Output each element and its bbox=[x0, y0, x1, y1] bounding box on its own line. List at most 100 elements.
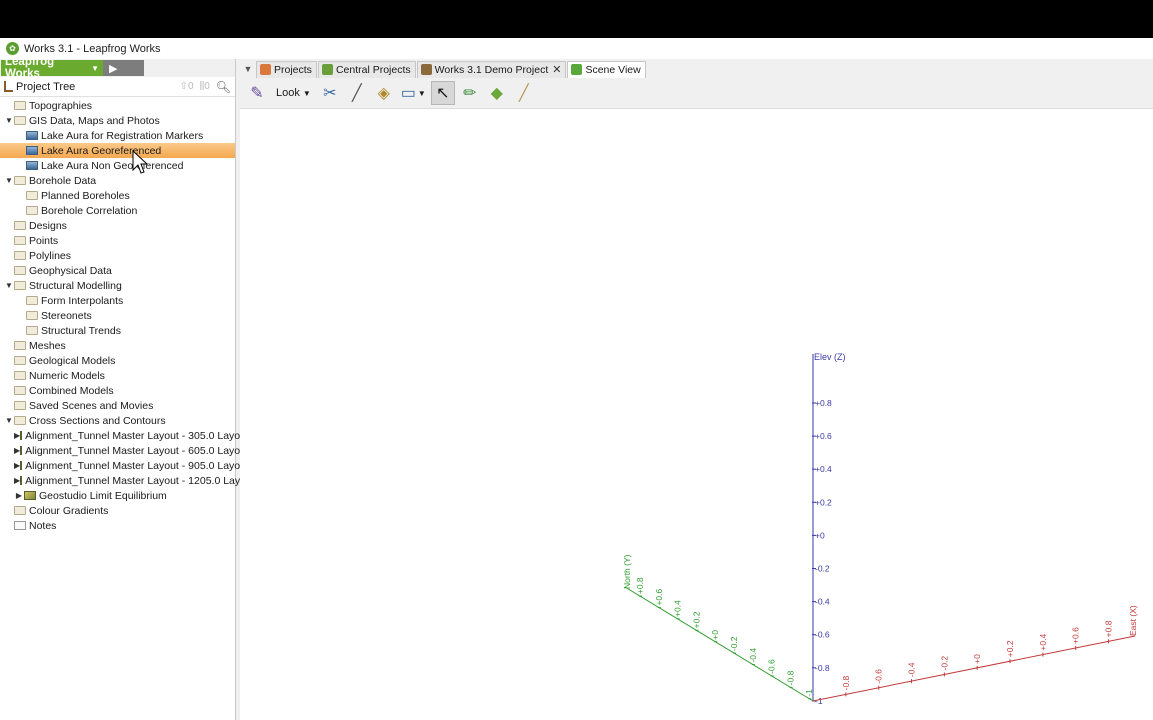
tree-item[interactable]: Geophysical Data bbox=[0, 263, 235, 278]
draw-line-button[interactable]: ╱ bbox=[345, 81, 369, 105]
tree-item[interactable]: Stereonets bbox=[0, 308, 235, 323]
tree-item[interactable]: Lake Aura Non Georeferenced bbox=[0, 158, 235, 173]
tab-central-projects[interactable]: Central Projects bbox=[317, 60, 416, 78]
tree-item[interactable]: Lake Aura for Registration Markers bbox=[0, 128, 235, 143]
x-axis-tick-label: +0.2 bbox=[1005, 640, 1015, 657]
expand-down-icon[interactable]: ▼ bbox=[4, 281, 14, 290]
tree-item-label: Combined Models bbox=[29, 384, 114, 397]
app-window: ✿ Works 3.1 - Leapfrog Works Leapfrog Wo… bbox=[0, 38, 1153, 720]
tree-item[interactable]: Topographies bbox=[0, 98, 235, 113]
y-axis-tick-label: -1 bbox=[804, 689, 814, 697]
y-axis-tick-label: +0.6 bbox=[654, 588, 664, 605]
tree-item[interactable]: Geological Models bbox=[0, 353, 235, 368]
view-mode-button[interactable]: ▭ ▼ bbox=[399, 81, 428, 105]
app-menu-label: Leapfrog Works bbox=[5, 56, 55, 80]
slicer-button[interactable]: ✂ bbox=[318, 81, 342, 105]
app-menu-button[interactable]: Leapfrog Works ▼ bbox=[1, 56, 103, 80]
tab-label: Central Projects bbox=[335, 63, 411, 76]
draw-button[interactable]: ✏ bbox=[458, 81, 482, 105]
folder-icon bbox=[14, 401, 26, 410]
tree-item[interactable]: Notes bbox=[0, 518, 235, 533]
folder-icon bbox=[26, 206, 38, 215]
tree-item[interactable]: ▼ Borehole Data bbox=[0, 173, 235, 188]
tree-item-label: Planned Boreholes bbox=[41, 189, 130, 202]
play-icon: ▶ bbox=[109, 62, 118, 75]
tree-item-label: Alignment_Tunnel Master Layout - 305.0 L… bbox=[25, 429, 249, 442]
tree-item-label: Borehole Data bbox=[29, 174, 97, 187]
paint-icon: ◆ bbox=[490, 85, 503, 102]
paint-button[interactable]: ◆ bbox=[485, 81, 509, 105]
tree-item-label: Notes bbox=[29, 519, 57, 532]
tab-list-dropdown-icon[interactable]: ▼ bbox=[240, 64, 256, 74]
tree-item[interactable]: Form Interpolants bbox=[0, 293, 235, 308]
close-tab-icon[interactable]: ✕ bbox=[552, 63, 561, 76]
z-axis-tick-label: +0.8 bbox=[815, 398, 832, 408]
tab-label: Scene View bbox=[585, 63, 641, 76]
y-axis-tick-label: -0.4 bbox=[748, 648, 758, 663]
tree-item[interactable]: Saved Scenes and Movies bbox=[0, 398, 235, 413]
tree-item[interactable]: ▶ Alignment_Tunnel Master Layout - 1205.0… bbox=[0, 473, 255, 488]
tree-item[interactable]: Colour Gradients bbox=[0, 503, 235, 518]
tree-item[interactable]: ▼ Cross Sections and Contours bbox=[0, 413, 235, 428]
leapfrog-logo-icon: ✿ bbox=[6, 42, 19, 55]
tab-works-3-1-demo-project[interactable]: Works 3.1 Demo Project ✕ bbox=[416, 60, 567, 78]
tree-item[interactable]: Numeric Models bbox=[0, 368, 235, 383]
tree-item[interactable]: Planned Boreholes bbox=[0, 188, 235, 203]
tree-item[interactable]: ▶ Alignment_Tunnel Master Layout - 905.0 … bbox=[0, 458, 249, 473]
folder-icon bbox=[14, 266, 26, 275]
tree-item-label: Geological Models bbox=[29, 354, 116, 367]
move-up-icon[interactable]: ⇧0 bbox=[180, 81, 194, 92]
expand-down-icon[interactable]: ▼ bbox=[4, 416, 14, 425]
tree-item-label: Form Interpolants bbox=[41, 294, 124, 307]
tree-item[interactable]: ▼ Structural Modelling bbox=[0, 278, 235, 293]
expand-down-icon[interactable]: ▼ bbox=[4, 116, 14, 125]
tree-item[interactable]: Designs bbox=[0, 218, 235, 233]
tree-item[interactable]: Combined Models bbox=[0, 383, 235, 398]
tree-item[interactable]: Borehole Correlation bbox=[0, 203, 235, 218]
project-tree-header: Project Tree ⇧0 ⫼0 🔍︎ bbox=[0, 77, 235, 97]
tree-item[interactable]: Meshes bbox=[0, 338, 235, 353]
tab-scene-view[interactable]: Scene View bbox=[567, 60, 646, 78]
folder-icon bbox=[14, 176, 26, 185]
tree-item-label: Cross Sections and Contours bbox=[29, 414, 166, 427]
tree-item[interactable]: ▶ Alignment_Tunnel Master Layout - 305.0 … bbox=[0, 428, 249, 443]
tree-item[interactable]: Polylines bbox=[0, 248, 235, 263]
scene-view[interactable]: Elev (Z) +0.8 +0.6 +0.4 +0.2 +0 -0.2 -0.4 -0.6 -0… bbox=[240, 108, 1153, 720]
select-button[interactable]: ↖ bbox=[430, 81, 455, 105]
tree-item-label: Alignment_Tunnel Master Layout - 605.0 L… bbox=[25, 444, 249, 457]
tree-item[interactable]: ▼ GIS Data, Maps and Photos bbox=[0, 113, 235, 128]
x-axis-tick-label: +0.8 bbox=[1104, 620, 1114, 637]
measure-button[interactable]: ╱ bbox=[512, 81, 536, 105]
tree-item[interactable]: Points bbox=[0, 233, 235, 248]
color-button[interactable]: ◈ bbox=[372, 81, 396, 105]
look-button[interactable]: Look ▼ bbox=[272, 81, 315, 105]
tree-item-label: Structural Modelling bbox=[29, 279, 122, 292]
left-panel: Leapfrog Works ▼ ▶ Project Tree ⇧0 ⫼0 🔍︎… bbox=[0, 56, 255, 720]
sort-icon[interactable]: ⫼0 bbox=[200, 81, 210, 92]
folder-icon bbox=[14, 116, 26, 125]
tree-item[interactable]: ▶ Geostudio Limit Equilibrium bbox=[0, 488, 235, 503]
image-icon bbox=[26, 161, 38, 170]
folder-icon bbox=[14, 371, 26, 380]
folder-icon bbox=[14, 386, 26, 395]
z-axis-tick-label: -0.4 bbox=[815, 597, 830, 607]
expand-right-icon[interactable]: ▶ bbox=[14, 491, 24, 500]
z-axis-tick-label: -0.8 bbox=[815, 663, 830, 673]
y-axis-tick-label: +0 bbox=[710, 630, 720, 640]
export-scene-button[interactable]: ✎ bbox=[245, 81, 269, 105]
expand-down-icon[interactable]: ▼ bbox=[4, 176, 14, 185]
tree-item[interactable]: Structural Trends bbox=[0, 323, 235, 338]
scene-toolbar: ✎ Look ▼ ✂ ╱ ◈ ▭ ▼ ↖ ✏ ◆ ╱ bbox=[240, 78, 1153, 108]
project-tree: Topographies ▼ GIS Data, Maps and Photos La… bbox=[0, 97, 255, 533]
chevron-down-icon: ▼ bbox=[417, 88, 426, 98]
title-bar: ✿ Works 3.1 - Leapfrog Works bbox=[0, 38, 1153, 59]
tab-projects[interactable]: Projects bbox=[256, 60, 317, 78]
search-icon[interactable]: 🔍︎ bbox=[216, 80, 231, 94]
folder-icon bbox=[14, 101, 26, 110]
tree-item-label: Alignment_Tunnel Master Layout - 905.0 L… bbox=[25, 459, 249, 472]
play-button[interactable]: ▶ bbox=[103, 60, 144, 76]
tree-item[interactable]: Lake Aura Georeferenced bbox=[0, 143, 235, 158]
tree-item[interactable]: ▶ Alignment_Tunnel Master Layout - 605.0 … bbox=[0, 443, 249, 458]
pen-icon: ✏ bbox=[463, 85, 477, 102]
x-axis-line bbox=[812, 635, 1136, 702]
